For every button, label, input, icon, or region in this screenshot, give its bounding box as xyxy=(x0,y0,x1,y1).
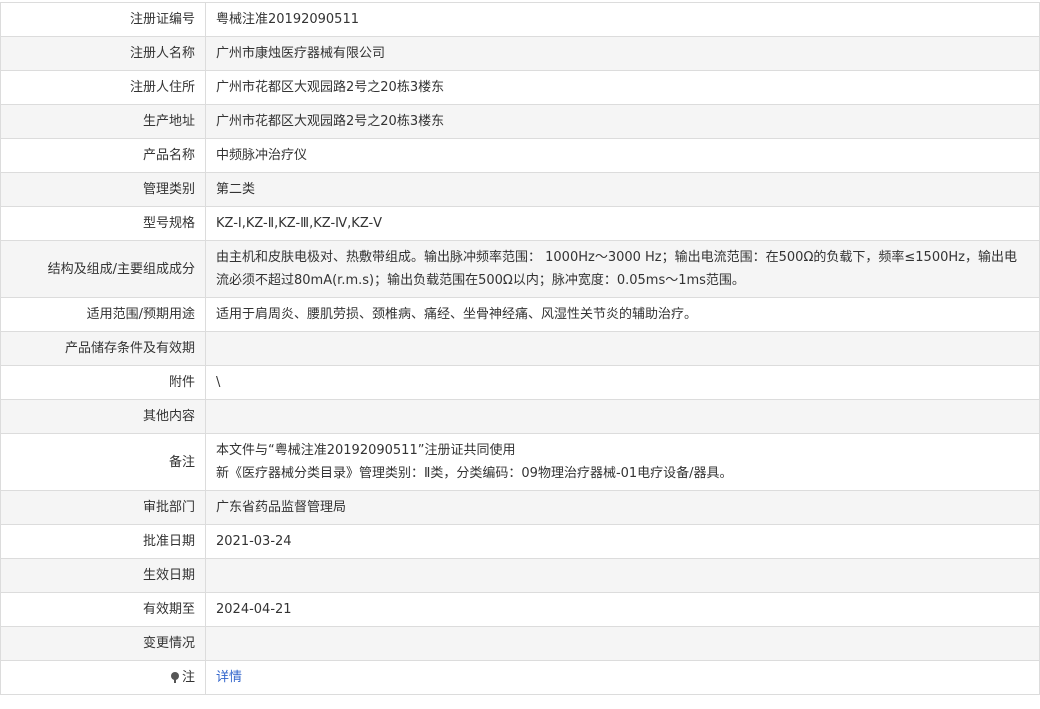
row-effective-date: 生效日期 xyxy=(0,558,1040,593)
row-registration-number: 注册证编号 粤械注准20192090511 xyxy=(0,2,1040,37)
row-production-address: 生产地址 广州市花都区大观园路2号之20栋3楼东 xyxy=(0,104,1040,139)
row-model-spec: 型号规格 KZ-Ⅰ,KZ-Ⅱ,KZ-Ⅲ,KZ-Ⅳ,KZ-Ⅴ xyxy=(0,206,1040,241)
row-other-content: 其他内容 xyxy=(0,399,1040,434)
field-label: 有效期至 xyxy=(0,592,206,627)
pin-icon xyxy=(170,672,179,683)
field-value: 广州市花都区大观园路2号之20栋3楼东 xyxy=(205,70,1040,105)
field-label: 注册证编号 xyxy=(0,2,206,37)
field-value: 广州市花都区大观园路2号之20栋3楼东 xyxy=(205,104,1040,139)
field-value xyxy=(205,626,1040,661)
field-value: 由主机和皮肤电极对、热敷带组成。输出脉冲频率范围： 1000Hz～3000 Hz… xyxy=(205,240,1040,298)
field-value xyxy=(205,331,1040,366)
field-value: 2021-03-24 xyxy=(205,524,1040,559)
field-value xyxy=(205,399,1040,434)
field-label: 注册人住所 xyxy=(0,70,206,105)
row-registrant-name: 注册人名称 广州市康烛医疗器械有限公司 xyxy=(0,36,1040,71)
remark-line-1: 本文件与“粤械注准20192090511”注册证共同使用 xyxy=(216,443,516,458)
row-product-name: 产品名称 中频脉冲治疗仪 xyxy=(0,138,1040,173)
field-label: 其他内容 xyxy=(0,399,206,434)
field-label: 管理类别 xyxy=(0,172,206,207)
field-value: 适用于肩周炎、腰肌劳损、颈椎病、痛经、坐骨神经痛、风湿性关节炎的辅助治疗。 xyxy=(205,297,1040,332)
field-label: 附件 xyxy=(0,365,206,400)
field-value xyxy=(205,558,1040,593)
field-label: 产品储存条件及有效期 xyxy=(0,331,206,366)
row-storage-validity: 产品储存条件及有效期 xyxy=(0,331,1040,366)
field-label: 生产地址 xyxy=(0,104,206,139)
remark-line-2: 新《医疗器械分类目录》管理类别：Ⅱ类，分类编码：09物理治疗器械-01电疗设备/… xyxy=(216,466,733,481)
field-value: 广州市康烛医疗器械有限公司 xyxy=(205,36,1040,71)
field-label: 注册人名称 xyxy=(0,36,206,71)
row-intended-use: 适用范围/预期用途 适用于肩周炎、腰肌劳损、颈椎病、痛经、坐骨神经痛、风湿性关节… xyxy=(0,297,1040,332)
field-value: 第二类 xyxy=(205,172,1040,207)
details-link[interactable]: 详情 xyxy=(216,670,242,685)
field-value: \ xyxy=(205,365,1040,400)
row-approval-department: 审批部门 广东省药品监督管理局 xyxy=(0,490,1040,525)
row-note: 注 详情 xyxy=(0,660,1040,695)
row-change-status: 变更情况 xyxy=(0,626,1040,661)
row-remarks: 备注 本文件与“粤械注准20192090511”注册证共同使用 新《医疗器械分类… xyxy=(0,433,1040,491)
registration-record-table: 注册证编号 粤械注准20192090511 注册人名称 广州市康烛医疗器械有限公… xyxy=(0,2,1040,695)
row-approval-date: 批准日期 2021-03-24 xyxy=(0,524,1040,559)
field-label: 变更情况 xyxy=(0,626,206,661)
field-label: 备注 xyxy=(0,433,206,491)
field-label: 适用范围/预期用途 xyxy=(0,297,206,332)
field-value: 本文件与“粤械注准20192090511”注册证共同使用 新《医疗器械分类目录》… xyxy=(205,433,1040,491)
field-value: 广东省药品监督管理局 xyxy=(205,490,1040,525)
field-label: 批准日期 xyxy=(0,524,206,559)
field-value: 详情 xyxy=(205,660,1040,695)
row-management-category: 管理类别 第二类 xyxy=(0,172,1040,207)
field-value: 中频脉冲治疗仪 xyxy=(205,138,1040,173)
row-structure-composition: 结构及组成/主要组成成分 由主机和皮肤电极对、热敷带组成。输出脉冲频率范围： 1… xyxy=(0,240,1040,298)
field-value: 粤械注准20192090511 xyxy=(205,2,1040,37)
field-label: 结构及组成/主要组成成分 xyxy=(0,240,206,298)
field-label: 生效日期 xyxy=(0,558,206,593)
field-label: 产品名称 xyxy=(0,138,206,173)
row-attachment: 附件 \ xyxy=(0,365,1040,400)
row-valid-until: 有效期至 2024-04-21 xyxy=(0,592,1040,627)
note-label: 注 xyxy=(181,670,195,685)
field-value: 2024-04-21 xyxy=(205,592,1040,627)
field-label: 审批部门 xyxy=(0,490,206,525)
field-label: 型号规格 xyxy=(0,206,206,241)
row-registrant-address: 注册人住所 广州市花都区大观园路2号之20栋3楼东 xyxy=(0,70,1040,105)
field-label: 注 xyxy=(0,660,206,695)
field-value: KZ-Ⅰ,KZ-Ⅱ,KZ-Ⅲ,KZ-Ⅳ,KZ-Ⅴ xyxy=(205,206,1040,241)
